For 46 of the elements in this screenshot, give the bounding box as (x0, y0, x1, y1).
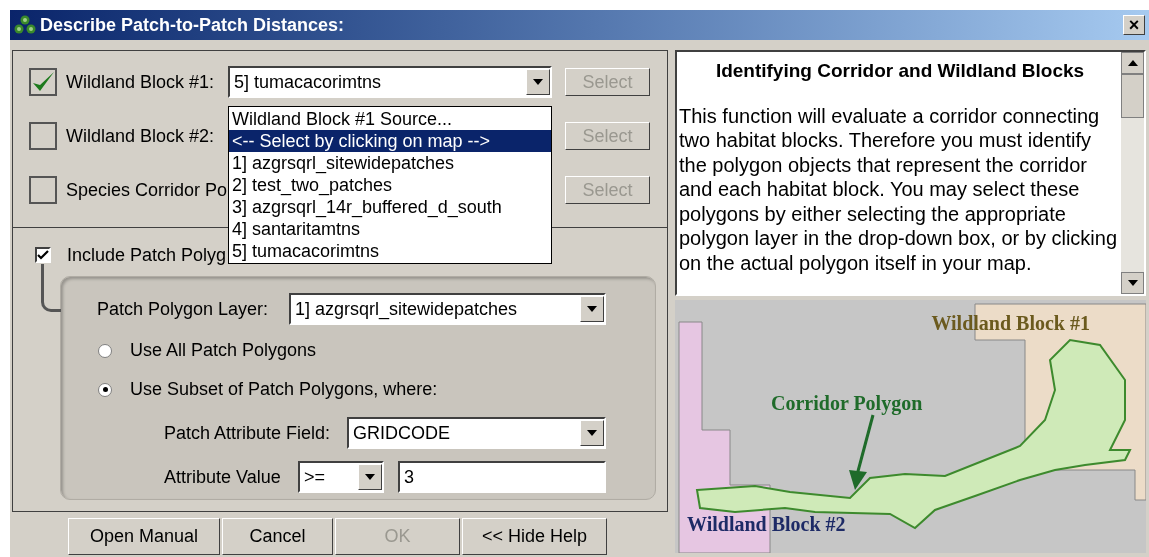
checkbox[interactable] (29, 68, 57, 96)
map-label: Wildland Block #1 (931, 311, 1090, 336)
dialog-button[interactable]: << Hide Help (462, 518, 607, 555)
field-label: Patch Attribute Field: (164, 421, 332, 445)
map-label: Corridor Polygon (771, 391, 923, 417)
caret-icon[interactable] (587, 306, 597, 312)
dropdown-field[interactable]: 1] azgrsqrl_sitewidepatches (289, 293, 606, 325)
dropdown-option[interactable]: <-- Select by clicking on map --> (229, 130, 551, 152)
dialog-button[interactable]: Cancel (222, 518, 333, 555)
help-heading: Identifying Corridor and Wildland Blocks (714, 59, 1086, 83)
dropdown-option[interactable]: 5] tumacacorimtns (229, 240, 551, 262)
window-title: Describe Patch-to-Patch Distances: (40, 13, 345, 37)
dropdown-option[interactable]: 4] santaritamtns (229, 218, 551, 240)
up-arrow-icon[interactable] (1127, 60, 1138, 66)
caret-icon[interactable] (587, 430, 597, 436)
dropdown-option[interactable]: 3] azgrsqrl_14r_buffered_d_south (229, 196, 551, 218)
recycle-icon (14, 15, 36, 35)
scroll-thumb[interactable] (1121, 74, 1144, 118)
radio-label: Use Subset of Patch Polygons, where: (130, 378, 438, 401)
scrollbar[interactable] (1121, 52, 1144, 294)
checkbox-label: Include Patch Polyg (67, 243, 227, 267)
help-text: This function will evaluate a corridor connecting two habitat blocks. Therefore you must identify the polygon objects that represent the corridor and each habitat block. You may select these polygons by either selecting the appropriate polygon layer in the drop-down box, or by clicking on the actual polygon itself in your map. (679, 103, 1119, 275)
caret-icon[interactable] (365, 474, 375, 480)
radio-label: Use All Patch Polygons (130, 339, 317, 362)
checkbox-label: Species Corridor Po (66, 178, 228, 202)
radio-button[interactable] (98, 343, 112, 358)
field-label: Patch Polygon Layer: (97, 297, 270, 321)
down-arrow-icon[interactable] (1127, 280, 1138, 286)
checkbox-label: Wildland Block #2: (66, 124, 216, 148)
dropdown-field[interactable]: 5] tumacacorimtns (228, 66, 552, 98)
checkbox[interactable] (29, 176, 57, 204)
checkbox[interactable] (29, 122, 57, 150)
dropdown-field[interactable]: GRIDCODE (347, 417, 606, 449)
dropdown-field[interactable]: >= (298, 461, 384, 493)
checkbox[interactable] (35, 247, 51, 263)
dropdown-option[interactable]: 1] azgrsqrl_sitewidepatches (229, 152, 551, 174)
dropdown-option[interactable]: Wildland Block #1 Source... (229, 108, 551, 130)
caret-icon[interactable] (533, 79, 543, 85)
radio-button[interactable] (98, 382, 112, 397)
field-label: Attribute Value (164, 465, 282, 489)
input-field[interactable]: 3 (398, 461, 606, 493)
dialog-button[interactable]: Open Manual (68, 518, 220, 555)
map-label: Wildland Block #2 (687, 512, 846, 537)
close-button[interactable]: × (1123, 15, 1145, 35)
checkbox-label: Wildland Block #1: (66, 70, 216, 94)
dropdown-option[interactable]: 2] test_two_patches (229, 174, 551, 196)
